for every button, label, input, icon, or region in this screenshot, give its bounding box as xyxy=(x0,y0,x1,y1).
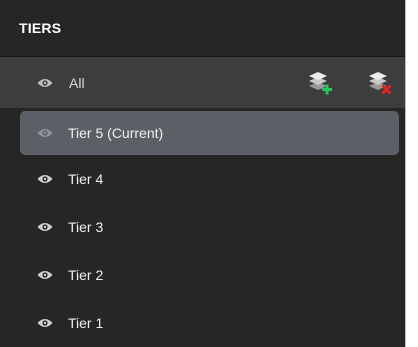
layers-add-icon[interactable] xyxy=(306,70,334,98)
tier-label: Tier 2 xyxy=(68,267,104,283)
eye-icon[interactable] xyxy=(37,128,53,138)
eye-icon[interactable] xyxy=(37,222,53,232)
all-tiers-row[interactable]: All xyxy=(0,57,405,108)
tiers-panel: TIERS All Tier 5 (Current) Tier 4 Tier 3… xyxy=(0,0,406,347)
eye-icon[interactable] xyxy=(37,78,53,88)
tier-label: Tier 5 (Current) xyxy=(68,125,164,141)
tier-row-3[interactable]: Tier 3 xyxy=(0,203,405,251)
eye-icon[interactable] xyxy=(37,270,53,280)
tier-row-5[interactable]: Tier 5 (Current) xyxy=(20,111,399,155)
tier-row-4[interactable]: Tier 4 xyxy=(0,155,405,203)
eye-icon[interactable] xyxy=(37,318,53,328)
tier-label: Tier 1 xyxy=(68,315,104,331)
eye-icon[interactable] xyxy=(37,174,53,184)
panel-title: TIERS xyxy=(19,20,62,36)
all-tiers-label: All xyxy=(69,74,85,91)
tier-row-1[interactable]: Tier 1 xyxy=(0,299,405,347)
tiers-list: Tier 5 (Current) Tier 4 Tier 3 Tier 2 Ti… xyxy=(0,111,405,347)
tier-label: Tier 3 xyxy=(68,219,104,235)
tier-row-2[interactable]: Tier 2 xyxy=(0,251,405,299)
layers-remove-icon[interactable] xyxy=(366,70,394,98)
panel-header: TIERS xyxy=(0,0,405,56)
tier-label: Tier 4 xyxy=(68,171,104,187)
